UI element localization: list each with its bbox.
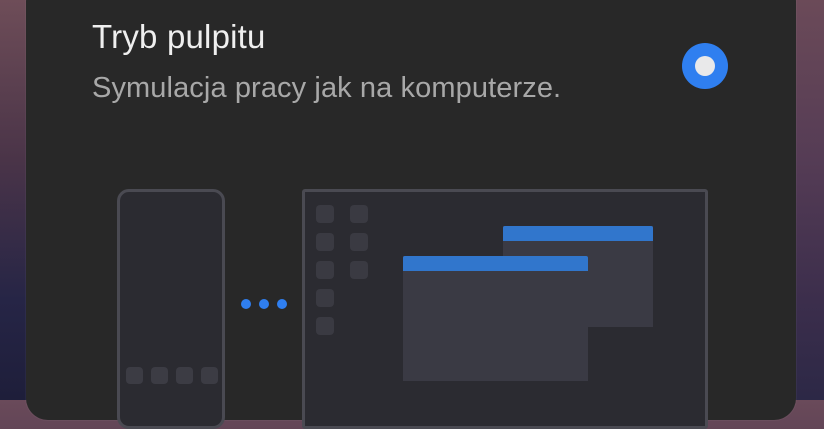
phone-app-icon	[176, 367, 193, 384]
radio-selected-indicator	[695, 56, 715, 76]
window-titlebar	[403, 256, 588, 271]
desktop-app-icon	[350, 261, 368, 279]
desktop-app-icon	[316, 233, 334, 251]
option-description: Symulacja pracy jak na komputerze.	[92, 72, 562, 104]
connection-dot	[241, 299, 251, 309]
phone-app-icon	[126, 367, 143, 384]
phone-app-icon	[151, 367, 168, 384]
desktop-window-front	[403, 256, 588, 381]
desktop-app-icon	[316, 261, 334, 279]
desktop-mode-radio-button[interactable]	[682, 43, 728, 89]
desktop-monitor-icon	[302, 189, 708, 429]
option-title: Tryb pulpitu	[92, 18, 266, 55]
desktop-app-icon	[350, 233, 368, 251]
connection-dot	[259, 299, 269, 309]
phone-app-icon	[201, 367, 218, 384]
desktop-app-icon	[316, 317, 334, 335]
desktop-app-icon	[350, 205, 368, 223]
window-titlebar	[503, 226, 653, 241]
desktop-app-icon	[316, 205, 334, 223]
desktop-app-icon	[316, 289, 334, 307]
phone-outline-icon	[117, 189, 225, 429]
connection-dot	[277, 299, 287, 309]
